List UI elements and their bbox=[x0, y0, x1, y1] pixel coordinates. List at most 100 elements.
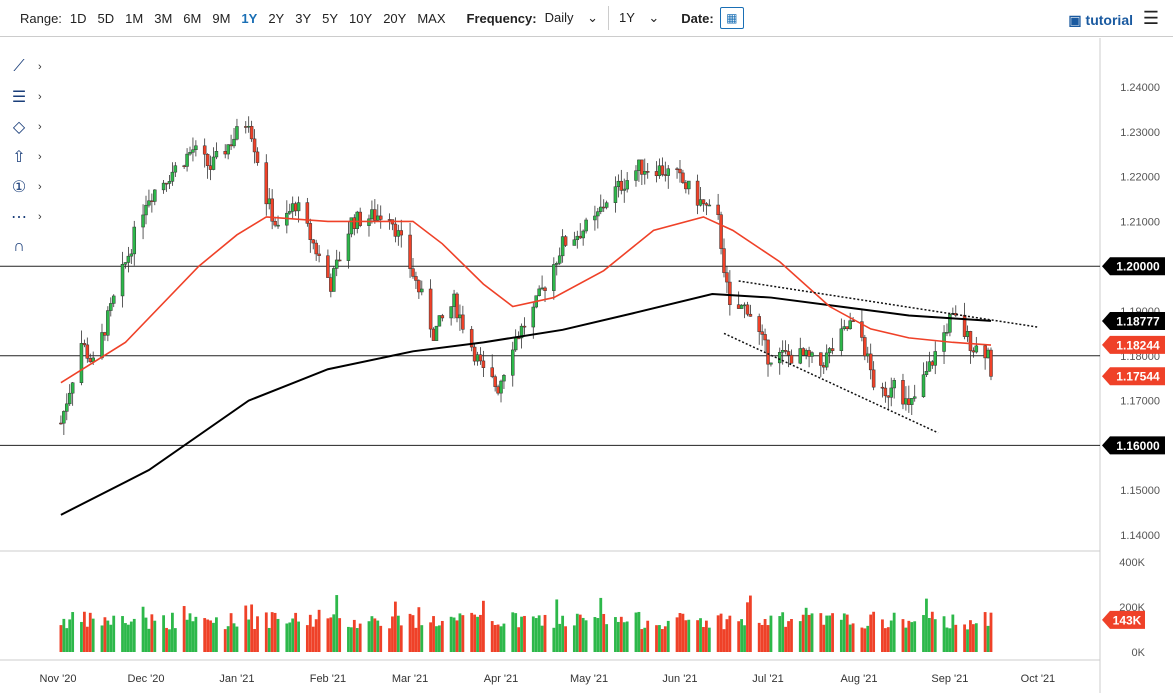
time-tick: Nov '20 bbox=[40, 673, 77, 685]
candle bbox=[736, 304, 741, 309]
candle bbox=[296, 202, 301, 212]
candle bbox=[763, 334, 767, 341]
volume-bar bbox=[666, 620, 670, 652]
volume-bar bbox=[68, 619, 72, 652]
candle bbox=[428, 288, 433, 330]
volume-bar bbox=[71, 612, 75, 652]
volume-bar bbox=[684, 620, 688, 652]
volume-bar bbox=[370, 616, 374, 652]
candle bbox=[293, 203, 298, 212]
volume-bar bbox=[883, 628, 887, 652]
volume-bar bbox=[311, 626, 315, 652]
candle bbox=[496, 386, 500, 394]
volume-bar bbox=[740, 619, 744, 652]
volume-bar bbox=[605, 624, 609, 652]
candle bbox=[810, 352, 814, 357]
candle bbox=[684, 182, 688, 190]
candle bbox=[141, 214, 145, 228]
volume-bar bbox=[235, 626, 239, 652]
volume-bar bbox=[429, 622, 432, 652]
volume-bar bbox=[121, 616, 124, 652]
candle bbox=[880, 386, 885, 389]
candle bbox=[516, 337, 521, 340]
volume-bar bbox=[766, 625, 770, 652]
candle bbox=[930, 361, 935, 366]
volume-bar bbox=[314, 619, 318, 652]
volume-bar bbox=[699, 618, 702, 652]
candle bbox=[411, 268, 415, 277]
volume-bar bbox=[147, 628, 151, 652]
volume-bar bbox=[355, 628, 359, 652]
volume-bar bbox=[872, 611, 876, 652]
volume-bar bbox=[514, 613, 518, 652]
candle bbox=[393, 223, 398, 237]
volume-bar bbox=[660, 629, 664, 652]
volume-bar bbox=[954, 624, 958, 652]
volume-bar bbox=[223, 629, 227, 652]
price-label: 1.18777 bbox=[1116, 314, 1160, 328]
candle bbox=[604, 202, 609, 208]
candle bbox=[701, 199, 706, 204]
volume-bar bbox=[432, 616, 435, 652]
candle bbox=[660, 165, 665, 175]
candle bbox=[839, 328, 844, 351]
volume-bar bbox=[716, 615, 720, 652]
candle bbox=[543, 287, 547, 291]
candle bbox=[666, 168, 671, 176]
volume-bar bbox=[399, 625, 403, 652]
candle bbox=[643, 171, 647, 175]
volume-label: 143K bbox=[1113, 613, 1142, 627]
candle bbox=[111, 295, 116, 304]
volume-bar bbox=[141, 606, 145, 652]
time-tick: Feb '21 bbox=[310, 673, 346, 685]
price-chart[interactable]: 1.240001.230001.220001.210001.200001.190… bbox=[0, 0, 1173, 693]
candle bbox=[85, 344, 90, 359]
candle bbox=[560, 236, 565, 257]
candle bbox=[725, 272, 729, 283]
candle bbox=[511, 349, 515, 376]
volume-bar bbox=[215, 617, 218, 652]
candle bbox=[399, 230, 404, 236]
candle bbox=[901, 380, 905, 405]
candle bbox=[719, 214, 723, 249]
candle bbox=[132, 226, 137, 255]
volume-bar bbox=[619, 616, 623, 652]
candle bbox=[986, 349, 990, 359]
candle bbox=[355, 211, 359, 229]
candle bbox=[188, 152, 192, 155]
volume-bar bbox=[825, 615, 829, 652]
price-tick: 1.24000 bbox=[1120, 82, 1160, 94]
price-tick: 1.23000 bbox=[1120, 127, 1160, 139]
candle bbox=[109, 303, 113, 311]
candle bbox=[634, 170, 638, 181]
candle bbox=[619, 180, 624, 191]
candle bbox=[226, 144, 230, 155]
volume-bar bbox=[634, 612, 638, 652]
volume-bar bbox=[285, 623, 289, 652]
volume-bar bbox=[88, 612, 92, 652]
candle bbox=[537, 288, 541, 296]
candle bbox=[739, 304, 744, 309]
volume-bar bbox=[305, 625, 309, 652]
candle bbox=[921, 374, 926, 398]
candle bbox=[352, 217, 357, 229]
volume-bar bbox=[831, 613, 834, 652]
candle bbox=[513, 337, 518, 351]
volume-bar bbox=[511, 612, 515, 652]
candle bbox=[663, 174, 668, 176]
volume-bar bbox=[171, 612, 174, 652]
candle bbox=[396, 230, 401, 237]
candle bbox=[150, 200, 154, 203]
volume-bar bbox=[722, 629, 726, 652]
candle bbox=[989, 349, 993, 377]
volume-bar bbox=[839, 619, 843, 652]
volume-bar bbox=[886, 627, 890, 652]
candle bbox=[147, 200, 151, 206]
candle bbox=[167, 181, 172, 184]
candle bbox=[290, 203, 295, 212]
volume-bar bbox=[681, 613, 685, 652]
candle bbox=[886, 395, 891, 398]
volume-bar bbox=[270, 612, 274, 652]
volume-bar bbox=[449, 616, 453, 652]
candle bbox=[161, 182, 166, 191]
